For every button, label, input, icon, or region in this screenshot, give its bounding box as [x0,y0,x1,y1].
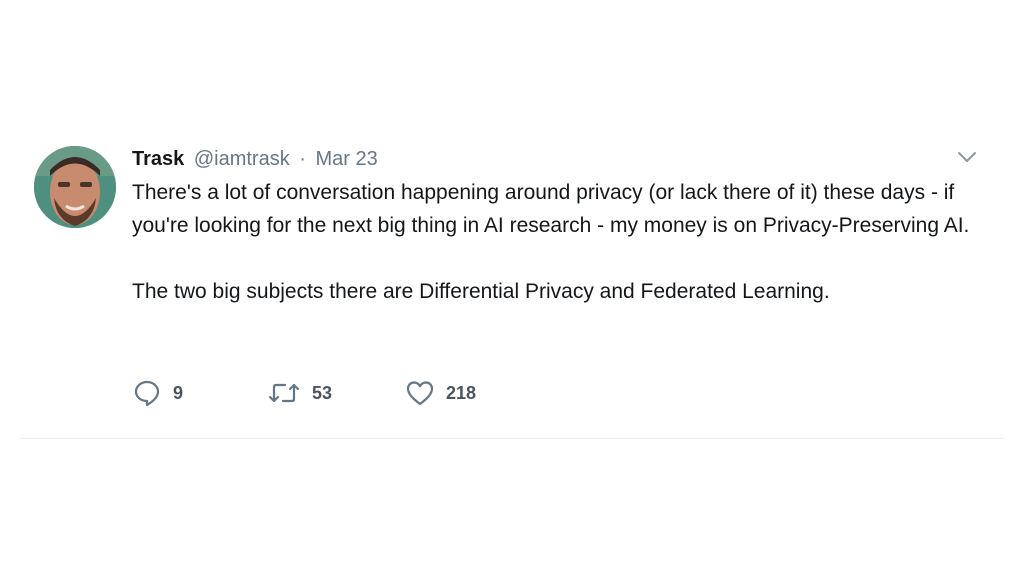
tweet-header: Trask @iamtrask · Mar 23 [132,146,992,172]
retweet-count: 53 [312,382,333,403]
author-handle[interactable]: @iamtrask [194,148,290,170]
reply-count: 9 [173,382,184,403]
retweet-button[interactable]: 53 [268,381,406,405]
tweet-date[interactable]: Mar 23 [316,148,378,170]
author-name[interactable]: Trask [132,148,184,170]
like-count: 218 [446,382,477,403]
tweet-actions: 9 53 218 [133,379,476,407]
tweet-paragraph: The two big subjects there are Different… [132,280,830,303]
heart-icon [406,380,434,406]
tweet-text: There's a lot of conversation happening … [132,176,982,308]
tweet-card[interactable]: Trask @iamtrask · Mar 23 There's a lot o… [20,126,1004,439]
retweet-icon [268,381,300,405]
reply-icon [133,379,161,407]
tweet-body: Trask @iamtrask · Mar 23 There's a lot o… [132,146,992,308]
reply-button[interactable]: 9 [133,379,268,407]
avatar[interactable] [34,146,116,228]
like-button[interactable]: 218 [406,380,476,406]
separator-dot: · [299,148,306,170]
tweet-paragraph: There's a lot of conversation happening … [132,181,970,237]
chevron-down-icon[interactable] [956,150,978,164]
